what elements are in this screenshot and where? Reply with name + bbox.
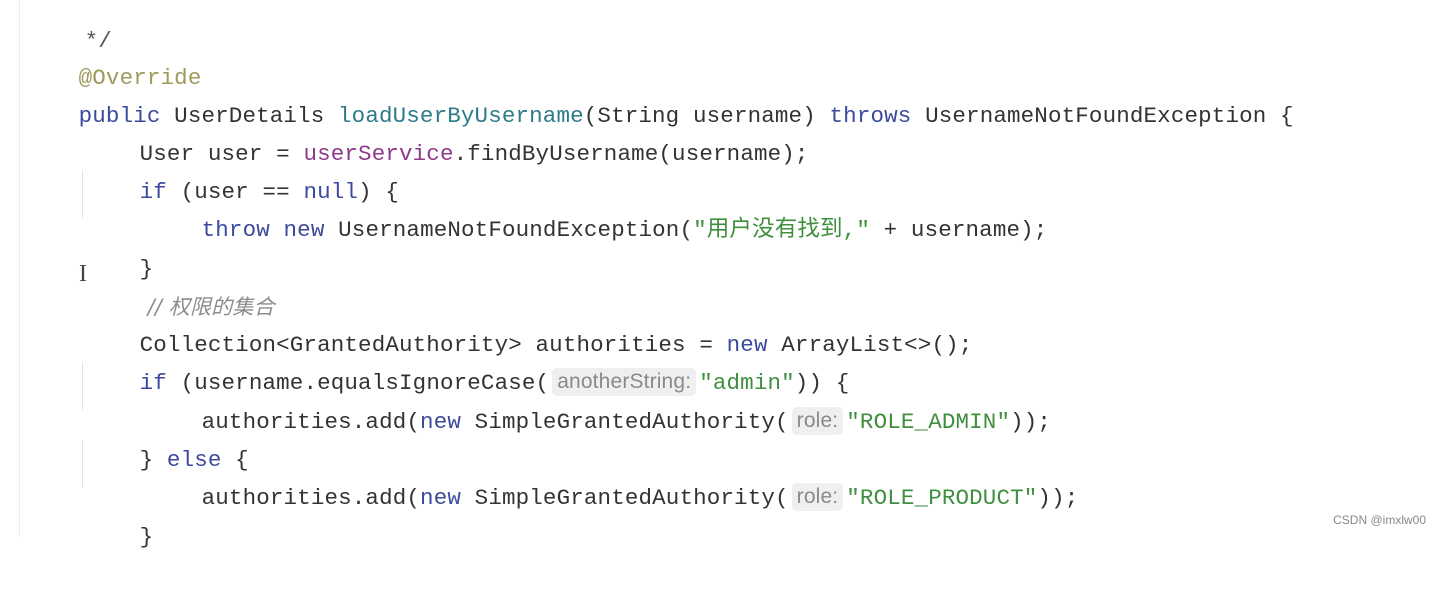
close-brace: } bbox=[139, 524, 154, 550]
indent-guide bbox=[82, 440, 83, 488]
text-cursor-icon: I bbox=[79, 261, 87, 287]
code-text: UsernameNotFoundException( bbox=[324, 217, 694, 243]
string-literal: "ROLE_ADMIN" bbox=[846, 409, 1011, 435]
string-literal: "用户没有找到," bbox=[693, 217, 870, 243]
code-line-if-admin[interactable]: if (username.equalsIgnoreCase(anotherStr… bbox=[85, 326, 849, 396]
code-text: .findByUsername(username); bbox=[453, 141, 809, 167]
code-line-else[interactable]: } else { bbox=[85, 403, 249, 473]
code-line-close-brace[interactable]: } bbox=[85, 212, 154, 282]
indent-guide bbox=[82, 170, 83, 218]
string-literal: "ROLE_PRODUCT" bbox=[846, 485, 1038, 511]
code-text: authorities.add( bbox=[201, 485, 421, 511]
indent-guide bbox=[82, 362, 83, 410]
code-line-method-signature[interactable]: public UserDetails loadUserByUsername(St… bbox=[24, 59, 1294, 129]
comment-end-line[interactable]: */ bbox=[30, 0, 112, 54]
code-text: )); bbox=[1037, 485, 1079, 511]
parameter-hint: role: bbox=[791, 483, 844, 511]
code-editor[interactable]: */ @Override public UserDetails loadUser… bbox=[0, 0, 1438, 550]
exception-type: UsernameNotFoundException { bbox=[911, 103, 1294, 129]
code-line-close-brace-final[interactable]: } bbox=[85, 480, 154, 550]
code-line-if-null[interactable]: if (user == null) { bbox=[85, 135, 399, 205]
parameter-hint: role: bbox=[791, 407, 844, 435]
code-line-override[interactable]: @Override bbox=[24, 21, 202, 91]
code-line-add-admin[interactable]: authorities.add(new SimpleGrantedAuthori… bbox=[147, 365, 1051, 435]
keyword-new: new bbox=[420, 485, 462, 511]
code-line-collection[interactable]: Collection<GrantedAuthority> authorities… bbox=[85, 288, 973, 358]
keyword-new: new bbox=[283, 217, 325, 243]
code-line-comment[interactable]: // 权限的集合 bbox=[93, 250, 275, 319]
code-text: SimpleGrantedAuthority( bbox=[461, 409, 789, 435]
gutter-guide bbox=[19, 0, 20, 537]
keyword-new: new bbox=[420, 409, 462, 435]
code-text: SimpleGrantedAuthority( bbox=[461, 485, 789, 511]
code-line-throw[interactable]: throw new UsernameNotFoundException("用户没… bbox=[147, 173, 1048, 243]
keyword-throws: throws bbox=[829, 103, 912, 129]
code-text: )); bbox=[1010, 409, 1052, 435]
keyword-throw: throw bbox=[201, 217, 270, 243]
code-line-find-user[interactable]: User user = userService.findByUsername(u… bbox=[85, 97, 809, 167]
code-line-add-product[interactable]: authorities.add(new SimpleGrantedAuthori… bbox=[147, 441, 1078, 511]
watermark: CSDN @imxlw00 bbox=[1333, 513, 1426, 527]
code-text: + username); bbox=[869, 217, 1048, 243]
